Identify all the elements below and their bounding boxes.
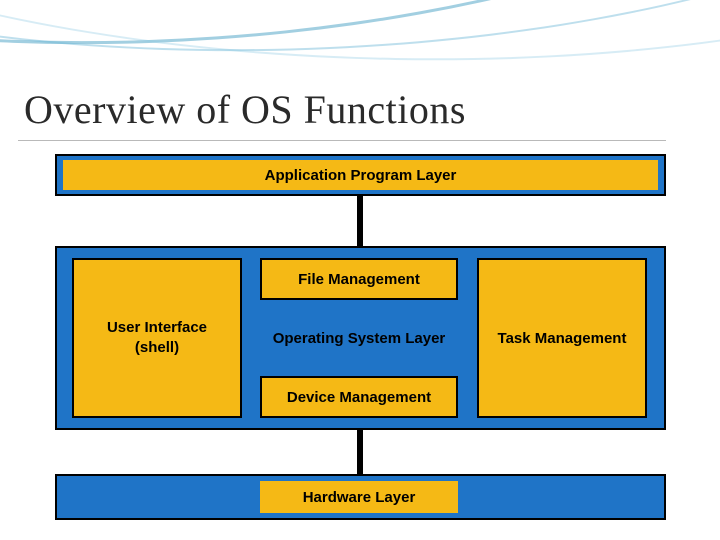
title-underline xyxy=(18,140,666,141)
connector-os-to-hw xyxy=(357,430,363,474)
decorative-wave xyxy=(0,0,720,76)
task-management-box: Task Management xyxy=(477,258,647,418)
file-management-box: File Management xyxy=(260,258,458,300)
hardware-layer-label: Hardware Layer xyxy=(260,481,458,513)
decorative-wave xyxy=(0,0,720,88)
connector-app-to-os xyxy=(357,196,363,246)
user-interface-label-line2: (shell) xyxy=(107,338,207,358)
decorative-wave xyxy=(0,0,720,74)
user-interface-label-line1: User Interface xyxy=(107,318,207,338)
device-management-box: Device Management xyxy=(260,376,458,418)
slide-title: Overview of OS Functions xyxy=(24,86,466,133)
user-interface-box: User Interface (shell) xyxy=(72,258,242,418)
os-layer-label: Operating System Layer xyxy=(260,317,458,359)
application-layer-label: Application Program Layer xyxy=(63,160,658,190)
